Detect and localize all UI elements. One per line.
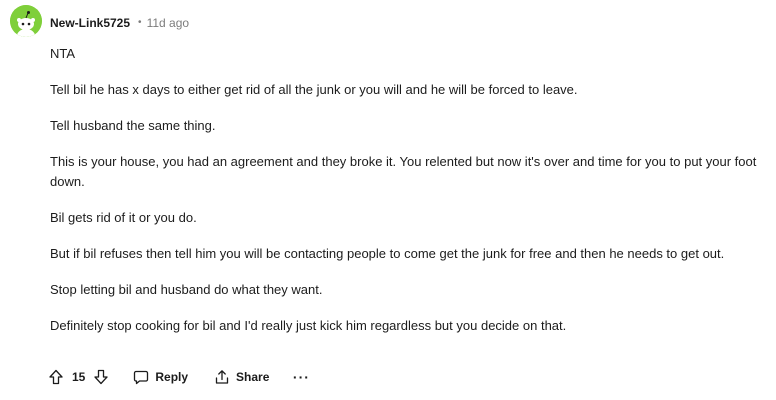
vote-group: 15 bbox=[44, 365, 113, 389]
upvote-button[interactable] bbox=[44, 365, 68, 389]
comment-paragraph: Stop letting bil and husband do what the… bbox=[50, 282, 323, 297]
meta-separator: • bbox=[138, 17, 142, 28]
share-label: Share bbox=[236, 370, 270, 384]
comment-paragraph: This is your house, you had an agreement… bbox=[50, 154, 757, 189]
comment-paragraph: Definitely stop cooking for bil and I'd … bbox=[50, 318, 567, 333]
comment-paragraph: But if bil refuses then tell him you wil… bbox=[50, 246, 725, 261]
snoo-avatar-icon bbox=[10, 5, 42, 37]
comment-header: New-Link5725 • 11d ago bbox=[50, 15, 189, 31]
comment: New-Link5725 • 11d ago NTA Tell bil he h… bbox=[0, 0, 776, 400]
comment-action-bar: 15 Reply Share ··· bbox=[44, 364, 315, 390]
share-icon bbox=[215, 370, 229, 384]
downvote-arrow-icon bbox=[94, 369, 109, 385]
reply-label: Reply bbox=[155, 370, 189, 384]
comment-body: NTA Tell bil he has x days to either get… bbox=[50, 44, 766, 352]
author-username[interactable]: New-Link5725 bbox=[50, 15, 130, 31]
avatar[interactable] bbox=[10, 5, 42, 37]
more-options-button[interactable]: ··· bbox=[287, 364, 315, 390]
upvote-arrow-icon bbox=[49, 369, 63, 385]
share-button[interactable]: Share bbox=[206, 364, 277, 390]
speech-bubble-icon bbox=[134, 370, 149, 385]
comment-paragraph: Bil gets rid of it or you do. bbox=[50, 210, 197, 225]
reply-button[interactable]: Reply bbox=[125, 364, 196, 390]
comment-paragraph: NTA bbox=[50, 46, 76, 61]
comment-paragraph: Tell bil he has x days to either get rid… bbox=[50, 82, 578, 97]
comment-timestamp[interactable]: 11d ago bbox=[147, 15, 190, 31]
ellipsis-icon: ··· bbox=[292, 369, 310, 385]
vote-score: 15 bbox=[72, 370, 86, 384]
downvote-button[interactable] bbox=[89, 365, 113, 389]
comment-paragraph: Tell husband the same thing. bbox=[50, 118, 216, 133]
